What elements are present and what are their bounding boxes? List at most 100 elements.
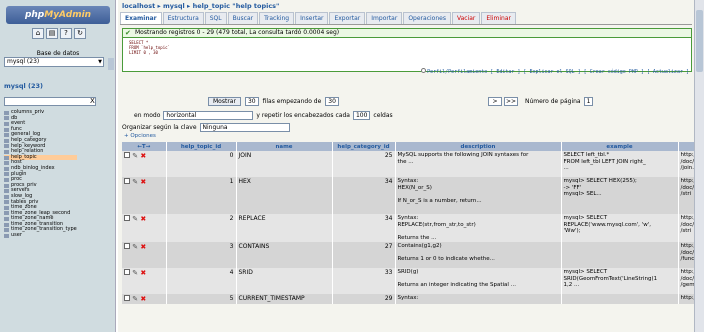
sql-action-links[interactable]: Perfil/Perfilamiento [ Editar ] [ Explic… (427, 69, 689, 75)
delete-icon[interactable]: ✖ (140, 295, 146, 303)
cell-desc: MySQL supports the following JOIN syntax… (395, 151, 562, 177)
table-icon[interactable] (4, 211, 9, 216)
database-select[interactable]: mysql (23) (4, 57, 104, 67)
reload-icon[interactable]: ↻ (74, 28, 86, 39)
column-header[interactable]: description (395, 142, 562, 151)
table-icon[interactable] (4, 121, 9, 126)
last-page-button[interactable]: >> (504, 97, 518, 106)
table-icon[interactable] (4, 166, 9, 171)
table-icon[interactable] (4, 233, 9, 238)
mode-select[interactable]: horizontal (163, 111, 254, 120)
sql-query-box: SELECT * FROM `help_topic` LIMIT 0 , 30 … (122, 38, 692, 75)
table-icon[interactable] (4, 127, 9, 132)
edit-icon[interactable]: ✎ (130, 243, 140, 251)
column-header[interactable]: help_topic_id (166, 142, 237, 151)
table-icon[interactable] (4, 217, 9, 222)
cell-desc: Syntax: HEX(N_or_S) If N_or_S is a number… (395, 177, 562, 214)
delete-icon[interactable]: ✖ (140, 243, 146, 251)
cell-line (564, 243, 676, 250)
table-icon[interactable] (4, 200, 9, 205)
cell-name: SRID (236, 268, 333, 294)
column-header[interactable]: name (236, 142, 333, 151)
tab-tracking[interactable]: Tracking (259, 12, 295, 24)
options-link[interactable]: + Opciones (124, 133, 156, 139)
docs-icon[interactable]: ? (60, 28, 72, 39)
cell-help-category-id: 27 (332, 242, 396, 268)
rows-input[interactable]: 30 (244, 97, 259, 106)
column-header[interactable]: example (561, 142, 679, 151)
edit-icon[interactable]: ✎ (130, 152, 140, 160)
tab-sql[interactable]: SQL (204, 12, 227, 24)
delete-icon[interactable]: ✖ (140, 178, 146, 186)
delete-icon[interactable]: ✖ (140, 152, 146, 160)
repeat-label: y repetir los encabezados cada (256, 112, 350, 119)
breadcrumb[interactable]: localhost ▸ mysql ▸ help_topic "help top… (122, 2, 279, 10)
order-select[interactable]: Ninguna (199, 123, 290, 132)
table-icon[interactable] (4, 228, 9, 233)
tab-exportar[interactable]: Exportar (329, 12, 366, 24)
table-icon[interactable] (4, 116, 9, 121)
show-button[interactable]: Mostrar (208, 97, 241, 106)
table-icon[interactable] (4, 172, 9, 177)
clear-filter-icon[interactable]: X (90, 97, 95, 105)
table-filter-input[interactable] (4, 97, 96, 106)
cell-example: mysql> SELECT SRID(GeomFromText('LineStri… (561, 268, 679, 294)
table-name[interactable]: user (11, 232, 22, 239)
edit-icon[interactable]: ✎ (130, 178, 140, 186)
mode-controls: en modo horizontal y repetir los encabez… (134, 111, 393, 120)
tab-vaciar[interactable]: Vaciar (451, 12, 481, 24)
scrollbar-thumb[interactable] (696, 10, 703, 72)
tab-examinar[interactable]: Examinar (120, 12, 162, 24)
cell-example: SELECT left_tbl.* FROM left_tbl LEFT JOI… (561, 151, 679, 177)
table-icon[interactable] (4, 177, 9, 182)
cell-help-topic-id: 0 (166, 151, 237, 177)
cell-help-category-id: 34 (332, 177, 396, 214)
page-select[interactable]: 1 (583, 97, 594, 106)
edit-icon[interactable]: ✎ (130, 295, 140, 303)
results-table: ←T→ help_topic_id name help_category_id desc… (122, 142, 704, 304)
table-icon[interactable] (4, 205, 9, 210)
table-icon[interactable] (4, 138, 9, 143)
sidebar-scroll-thumb[interactable] (108, 58, 114, 70)
tab-estructura[interactable]: Estructura (162, 12, 204, 24)
table-icon[interactable] (4, 144, 9, 149)
sql-query-icon[interactable]: ▤ (46, 28, 58, 39)
table-icon[interactable] (4, 149, 9, 154)
paging-controls: Mostrar 30 filas empezando de 30 (208, 97, 339, 106)
delete-icon[interactable]: ✖ (140, 269, 146, 277)
cell-help-topic-id: 4 (166, 268, 237, 294)
cell-example: mysql> SELECT HEX(255); -> 'FF' mysql> SE… (561, 177, 679, 214)
tab-buscar[interactable]: Buscar (227, 12, 259, 24)
delete-icon[interactable]: ✖ (140, 215, 146, 223)
tab-eliminar[interactable]: Eliminar (481, 12, 516, 24)
edit-icon[interactable]: ✎ (130, 215, 140, 223)
start-input[interactable]: 30 (325, 97, 339, 106)
table-icon[interactable] (4, 161, 9, 166)
row-actions: ✎ ✖ (122, 177, 167, 214)
cell-help-category-id: 33 (332, 268, 396, 294)
sidebar-table-item[interactable]: user (4, 232, 77, 239)
next-page-button[interactable]: > (488, 97, 502, 106)
tab-operaciones[interactable]: Operaciones (403, 12, 451, 24)
tab-importar[interactable]: Importar (366, 12, 403, 24)
cell-line: Returns an integer indicating the Spatia… (397, 282, 516, 288)
success-message: Mostrando registros 0 - 29 (479 total, L… (122, 28, 692, 38)
order-controls: Organizar según la clave Ninguna (122, 123, 290, 132)
page-scrollbar[interactable] (694, 0, 704, 332)
page-selector: Número de página 1 (525, 97, 594, 106)
database-title-link[interactable]: mysql (23) (4, 82, 43, 90)
repeat-input[interactable]: 100 (352, 111, 371, 120)
column-header[interactable]: help_category_id (332, 142, 396, 151)
home-icon[interactable]: ⌂ (32, 28, 44, 39)
table-icon[interactable] (4, 183, 9, 188)
profiling-checkbox[interactable] (421, 68, 427, 73)
tab-insertar[interactable]: Insertar (295, 12, 329, 24)
edit-icon[interactable]: ✎ (130, 269, 140, 277)
table-icon[interactable] (4, 189, 9, 194)
table-icon[interactable] (4, 222, 9, 227)
table-icon[interactable] (4, 155, 9, 160)
table-icon[interactable] (4, 194, 9, 199)
table-icon[interactable] (4, 110, 9, 115)
table-icon[interactable] (4, 133, 9, 138)
phpmyadmin-logo[interactable]: phpMyAdmin (6, 6, 110, 24)
